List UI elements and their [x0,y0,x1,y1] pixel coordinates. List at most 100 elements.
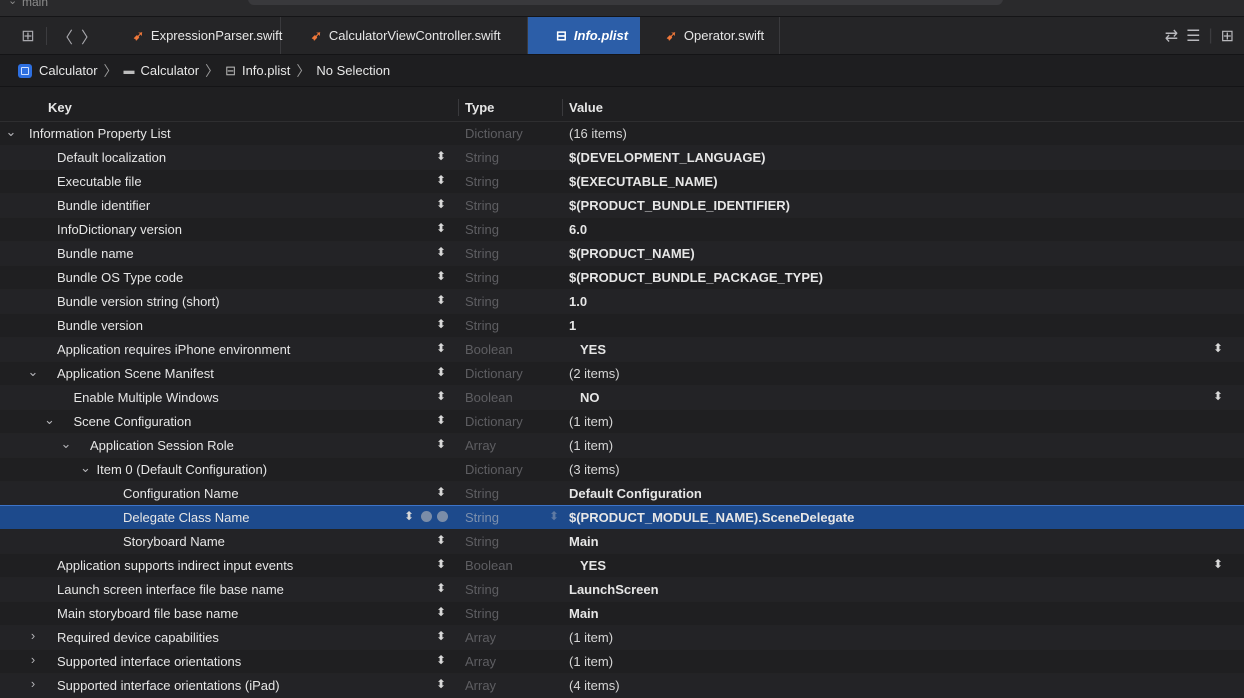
row-key[interactable]: Supported interface orientations (iPad) [57,678,280,693]
row-value[interactable]: Main [569,606,599,621]
key-stepper-icon[interactable]: ⬍ [436,677,446,691]
row-type[interactable]: String [465,198,499,213]
row-type[interactable]: Dictionary [465,126,523,141]
row-type[interactable]: String [465,318,499,333]
table-row[interactable]: ⌄ Information Property List Dictionary (16 … [0,122,1244,146]
row-value[interactable]: (4 items) [569,678,620,693]
boolean-popup-icon[interactable]: ⬍ [1213,341,1223,355]
row-type[interactable]: String [465,534,499,549]
row-type[interactable]: Array [465,438,496,453]
table-row[interactable]: › Required device capabilities ⬍ Array (1 it… [0,626,1244,650]
row-type[interactable]: Boolean [465,390,513,405]
disclosure-expanded-icon[interactable]: ⌄ [79,460,93,476]
row-type[interactable]: Dictionary [465,414,523,429]
key-stepper-icon[interactable]: ⬍ [436,581,446,595]
key-stepper-icon[interactable]: ⬍ [436,605,446,619]
remove-item-icon[interactable] [437,511,448,522]
table-row[interactable]: Bundle version ⬍ String 1 [0,314,1244,338]
key-stepper-icon[interactable]: ⬍ [436,341,446,355]
table-row[interactable]: ⌄ Application Scene Manifest ⬍ Dictionary (2… [0,362,1244,386]
row-type[interactable]: Boolean [465,342,513,357]
row-key[interactable]: Default localization [57,150,166,165]
key-stepper-icon[interactable]: ⬍ [436,437,446,451]
table-row-selected[interactable]: Delegate Class Name ⬍ String ⬍ $(PRODUCT_MOD… [0,505,1244,531]
row-value[interactable]: NO [580,390,600,405]
related-items-grid-icon[interactable]: ⊞ [16,26,40,46]
column-header-type[interactable]: Type [465,100,494,115]
row-key[interactable]: Main storyboard file base name [57,606,238,621]
row-type[interactable]: Array [465,678,496,693]
table-row[interactable]: Application supports indirect input even… [0,554,1244,578]
row-type[interactable]: Dictionary [465,462,523,477]
row-type[interactable]: String [465,510,499,525]
chevron-down-icon[interactable]: ⌄ [8,0,17,7]
table-row[interactable]: Launch screen interface file base name ⬍ S… [0,578,1244,602]
key-stepper-icon[interactable]: ⬍ [436,317,446,331]
table-row[interactable]: Default localization ⬍ String $(DEVELOPMENT… [0,146,1244,170]
row-key[interactable]: Launch screen interface file base name [57,582,284,597]
row-type[interactable]: String [465,294,499,309]
key-stepper-icon[interactable]: ⬍ [436,293,446,307]
column-header-value[interactable]: Value [569,100,603,115]
swap-arrows-icon[interactable]: ⇄ [1165,26,1178,46]
row-key[interactable]: Required device capabilities [57,630,219,645]
boolean-popup-icon[interactable]: ⬍ [1213,557,1223,571]
row-key[interactable]: Application supports indirect input even… [57,558,293,573]
row-value[interactable]: LaunchScreen [569,582,659,597]
row-value[interactable]: $(DEVELOPMENT_LANGUAGE) [569,150,765,165]
row-key[interactable]: InfoDictionary version [57,222,182,237]
row-value[interactable]: Main [569,534,599,549]
row-type[interactable]: String [465,606,499,621]
row-type[interactable]: Array [465,630,496,645]
tab-calculatorviewcontroller[interactable]: ➹ CalculatorViewController.swift [281,17,528,54]
row-key[interactable]: Information Property List [29,126,171,141]
row-value[interactable]: YES [580,558,606,573]
row-key[interactable]: Enable Multiple Windows [74,390,219,405]
disclosure-collapsed-icon[interactable]: › [26,652,40,667]
table-row[interactable]: Bundle version string (short) ⬍ String 1.0 [0,290,1244,314]
table-row[interactable]: Storyboard Name ⬍ String Main [0,530,1244,554]
boolean-popup-icon[interactable]: ⬍ [1213,389,1223,403]
row-key[interactable]: Bundle version string (short) [57,294,220,309]
row-value[interactable]: (16 items) [569,126,627,141]
table-row[interactable]: ⌄ Item 0 (Default Configuration) Dictionar… [0,458,1244,482]
row-value[interactable]: Default Configuration [569,486,702,501]
table-row[interactable]: InfoDictionary version ⬍ String 6.0 [0,218,1244,242]
breadcrumb-group[interactable]: Calculator [141,63,200,78]
row-value[interactable]: 1 [569,318,576,333]
row-type[interactable]: String [465,246,499,261]
disclosure-collapsed-icon[interactable]: › [26,676,40,691]
column-divider[interactable] [562,99,563,116]
breadcrumb-selection[interactable]: No Selection [316,63,390,78]
row-key[interactable]: Bundle name [57,246,134,261]
key-stepper-icon[interactable]: ⬍ [436,557,446,571]
back-chevron-icon[interactable]: 〈 [53,24,77,48]
table-row[interactable]: Enable Multiple Windows ⬍ Boolean NO ⬍ [0,386,1244,410]
row-value[interactable]: YES [580,342,606,357]
row-value[interactable]: $(PRODUCT_MODULE_NAME).SceneDelegate [569,510,854,525]
key-stepper-icon[interactable]: ⬍ [436,629,446,643]
row-key[interactable]: Executable file [57,174,142,189]
type-stepper-icon[interactable]: ⬍ [549,509,559,523]
row-value[interactable]: 6.0 [569,222,587,237]
tab-info-plist[interactable]: ⊟ Info.plist [528,17,640,54]
row-value[interactable]: (1 item) [569,630,613,645]
table-row[interactable]: ⌄ Scene Configuration ⬍ Dictionary (1 item) [0,410,1244,434]
table-row[interactable]: Executable file ⬍ String $(EXECUTABLE_NAME) [0,170,1244,194]
table-row[interactable]: › Supported interface orientations (iPad)… [0,674,1244,698]
editor-options-icon[interactable]: ☰ [1186,26,1200,46]
disclosure-expanded-icon[interactable]: ⌄ [4,124,18,140]
disclosure-expanded-icon[interactable]: ⌄ [43,412,57,428]
table-row[interactable]: Application requires iPhone environment ⬍… [0,338,1244,362]
row-value[interactable]: $(PRODUCT_BUNDLE_PACKAGE_TYPE) [569,270,823,285]
key-stepper-icon[interactable]: ⬍ [436,197,446,211]
add-editor-icon[interactable]: ⊞ [1221,26,1234,46]
row-type[interactable]: String [465,174,499,189]
row-value[interactable]: $(PRODUCT_NAME) [569,246,695,261]
breadcrumb-file[interactable]: Info.plist [242,63,290,78]
row-key[interactable]: Application Scene Manifest [57,366,214,381]
row-value[interactable]: $(PRODUCT_BUNDLE_IDENTIFIER) [569,198,790,213]
row-key[interactable]: Bundle version [57,318,143,333]
table-row[interactable]: Main storyboard file base name ⬍ String Mai… [0,602,1244,626]
row-value[interactable]: (2 items) [569,366,620,381]
